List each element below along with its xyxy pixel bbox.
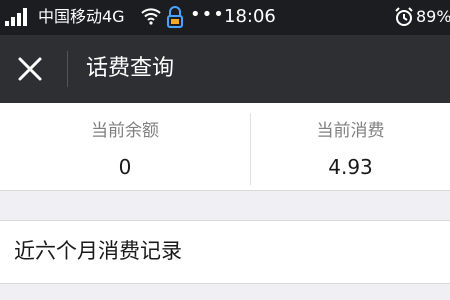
current-balance-label: 当前余额 [91, 121, 159, 141]
wifi-icon [141, 8, 161, 25]
current-spend-section: 当前消费 4.93 [251, 103, 450, 190]
status-bar: 中国移动4G ••• 18:06 89% [0, 0, 450, 35]
current-spend-label: 当前消费 [316, 121, 385, 141]
more-notifications-icon: ••• [190, 4, 225, 25]
signal-icon [5, 8, 27, 26]
six-month-history-row[interactable]: 近六个月消费记录 [0, 220, 450, 284]
carrier-label: 中国移动4G [38, 7, 125, 26]
six-month-history-label: 近六个月消费记录 [14, 239, 182, 263]
current-spend-value: 4.93 [328, 155, 373, 179]
status-time: 18:06 [224, 6, 276, 27]
alarm-clock-icon [395, 7, 413, 26]
current-balance-section: 当前余额 0 [0, 103, 250, 190]
battery-level: 89% [416, 7, 450, 26]
balance-summary-card: 当前余额 0 当前消费 4.93 [0, 103, 450, 191]
navigation-bar: 话费查询 [0, 35, 450, 103]
nav-divider [67, 51, 68, 87]
close-icon[interactable] [14, 53, 46, 85]
page-title: 话费查询 [86, 56, 175, 81]
current-balance-value: 0 [118, 155, 132, 179]
vpn-lock-icon [167, 6, 183, 28]
